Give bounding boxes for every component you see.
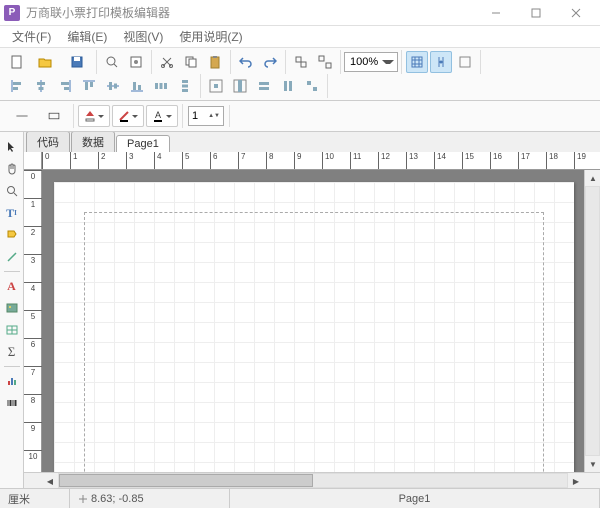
select-tool[interactable]: [2, 137, 22, 157]
align-top-button[interactable]: [78, 75, 100, 97]
align-left-button[interactable]: [6, 75, 28, 97]
zoom-combo[interactable]: 100%: [344, 52, 398, 72]
chevron-down-icon: [382, 60, 394, 64]
scroll-thumb-h[interactable]: [59, 474, 313, 487]
titlebar: P 万商联小票打印模板编辑器: [0, 0, 600, 26]
tab-page[interactable]: Page1: [116, 135, 170, 152]
maximize-button[interactable]: [516, 0, 556, 26]
scroll-track-v[interactable]: [585, 186, 600, 456]
status-coords: 8.63; -0.85: [70, 489, 230, 508]
ungroup-button[interactable]: [314, 51, 336, 73]
menu-file[interactable]: 文件(F): [4, 26, 59, 47]
main-area: TI A Σ 代码 数据 Page1 012345678910111213141…: [0, 132, 600, 488]
menu-view[interactable]: 视图(V): [115, 26, 171, 47]
horizontal-scrollbar[interactable]: ◀ ▶: [24, 472, 600, 488]
align-middle-v-button[interactable]: [102, 75, 124, 97]
show-grid-button[interactable]: [406, 51, 428, 73]
border-style-button[interactable]: [39, 105, 69, 127]
page-surface[interactable]: [54, 182, 574, 472]
center-v-window-button[interactable]: [229, 75, 251, 97]
hand-tool[interactable]: [2, 159, 22, 179]
save-button[interactable]: [62, 51, 92, 73]
line-tool[interactable]: [2, 247, 22, 267]
zoom-tool[interactable]: [2, 181, 22, 201]
preview-button[interactable]: [101, 51, 123, 73]
distribute-v-button[interactable]: [174, 75, 196, 97]
line-style-button[interactable]: [7, 105, 37, 127]
window-title: 万商联小票打印模板编辑器: [26, 4, 476, 21]
menu-edit[interactable]: 编辑(E): [59, 26, 115, 47]
image-tool[interactable]: [2, 298, 22, 318]
margin-guide: [84, 212, 544, 472]
open-button[interactable]: [30, 51, 60, 73]
zoom-value: 100%: [348, 56, 380, 68]
horizontal-ruler: 012345678910111213141516171819: [42, 152, 600, 170]
menubar: 文件(F) 编辑(E) 视图(V) 使用说明(Z): [0, 26, 600, 48]
same-size-button[interactable]: [301, 75, 323, 97]
line-color-button[interactable]: [112, 105, 144, 127]
sum-tool[interactable]: Σ: [2, 342, 22, 362]
copy-button[interactable]: [180, 51, 202, 73]
toolbar-main: 100%: [0, 48, 600, 101]
text-tool[interactable]: TI: [2, 203, 22, 223]
menu-help[interactable]: 使用说明(Z): [171, 26, 250, 47]
fit-grid-button[interactable]: [454, 51, 476, 73]
minimize-button[interactable]: [476, 0, 516, 26]
statusbar: 厘米 8.63; -0.85 Page1: [0, 488, 600, 508]
distribute-h-button[interactable]: [150, 75, 172, 97]
chart-tool[interactable]: [2, 371, 22, 391]
redo-button[interactable]: [259, 51, 281, 73]
same-width-button[interactable]: [253, 75, 275, 97]
barcode-tool[interactable]: [2, 393, 22, 413]
font-color-button[interactable]: A: [146, 105, 178, 127]
undo-button[interactable]: [235, 51, 257, 73]
scroll-up-button[interactable]: ▲: [585, 170, 600, 186]
cut-button[interactable]: [156, 51, 178, 73]
tab-bar: 代码 数据 Page1: [24, 132, 600, 152]
new-button[interactable]: [6, 51, 28, 73]
snap-grid-button[interactable]: [430, 51, 452, 73]
align-right-button[interactable]: [54, 75, 76, 97]
toolbar-style: A 1 ▲▼: [0, 101, 600, 132]
left-toolbox: TI A Σ: [0, 132, 24, 488]
vertical-scrollbar[interactable]: ▲ ▼: [584, 170, 600, 472]
tab-code[interactable]: 代码: [26, 132, 70, 152]
scroll-right-button[interactable]: ▶: [568, 473, 584, 488]
close-button[interactable]: [556, 0, 596, 26]
font-a-tool[interactable]: A: [2, 276, 22, 296]
status-unit: 厘米: [0, 489, 70, 508]
align-center-h-button[interactable]: [30, 75, 52, 97]
scroll-down-button[interactable]: ▼: [585, 456, 600, 472]
center-in-window-button[interactable]: [205, 75, 227, 97]
app-icon: P: [4, 5, 20, 21]
same-height-button[interactable]: [277, 75, 299, 97]
line-width-input[interactable]: 1 ▲▼: [188, 106, 224, 126]
paste-button[interactable]: [204, 51, 226, 73]
ruler-corner: [24, 152, 42, 170]
fill-color-button[interactable]: [78, 105, 110, 127]
vertical-ruler: 0123456789101112: [24, 170, 42, 472]
tab-data[interactable]: 数据: [71, 132, 115, 152]
format-tool[interactable]: [2, 225, 22, 245]
canvas[interactable]: [42, 170, 584, 472]
align-bottom-button[interactable]: [126, 75, 148, 97]
page-setup-button[interactable]: [125, 51, 147, 73]
group-button[interactable]: [290, 51, 312, 73]
scroll-track-h[interactable]: [58, 473, 568, 488]
svg-text:A: A: [155, 110, 161, 120]
table-tool[interactable]: [2, 320, 22, 340]
scroll-left-button[interactable]: ◀: [42, 473, 58, 488]
status-page: Page1: [230, 489, 600, 508]
